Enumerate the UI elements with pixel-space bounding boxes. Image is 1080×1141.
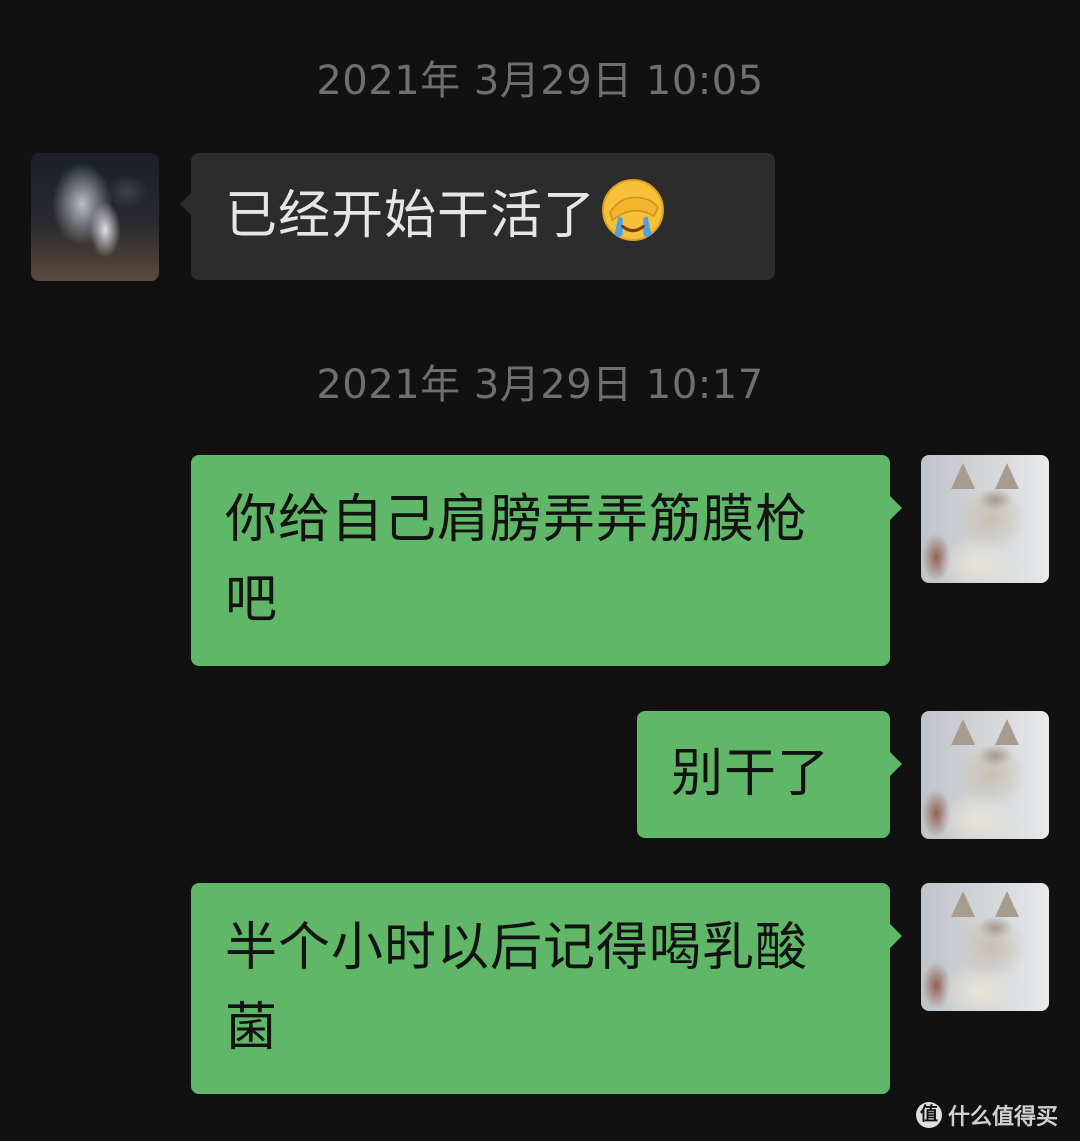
message-text: 别干了 [671,744,831,804]
outgoing-message-bubble[interactable]: 别干了 [637,711,890,838]
outgoing-message-bubble[interactable]: 你给自己肩膀弄弄筋膜枪吧 [191,455,890,666]
user-avatar[interactable] [921,883,1049,1011]
bubble-tail [890,924,902,948]
bubble-tail [890,752,902,776]
watermark-text: 什么值得买 [947,1105,1058,1130]
timestamp: 2021年 3月29日 10:17 [316,362,764,408]
user-avatar[interactable] [921,455,1049,583]
watermark-logo-icon: 值 [915,1102,942,1128]
incoming-message-bubble[interactable]: 已经开始干活了 [191,153,775,280]
message-text: 你给自己肩膀弄弄筋膜枪吧 [225,490,809,630]
bubble-tail [890,496,902,520]
message-text: 已经开始干活了 [225,186,597,246]
contact-avatar[interactable] [31,153,159,281]
chat-window: 2021年 3月29日 10:05 已经开始干活了 2021年 3月29日 10… [0,0,1080,1141]
watermark: 值 什么值得买 [915,1099,1058,1131]
timestamp: 2021年 3月29日 10:05 [316,58,764,104]
outgoing-message-bubble[interactable]: 半个小时以后记得喝乳酸菌 [191,883,890,1094]
user-avatar[interactable] [921,711,1049,839]
message-text: 半个小时以后记得喝乳酸菌 [225,918,809,1058]
face-palm-crying-emoji [602,179,664,241]
